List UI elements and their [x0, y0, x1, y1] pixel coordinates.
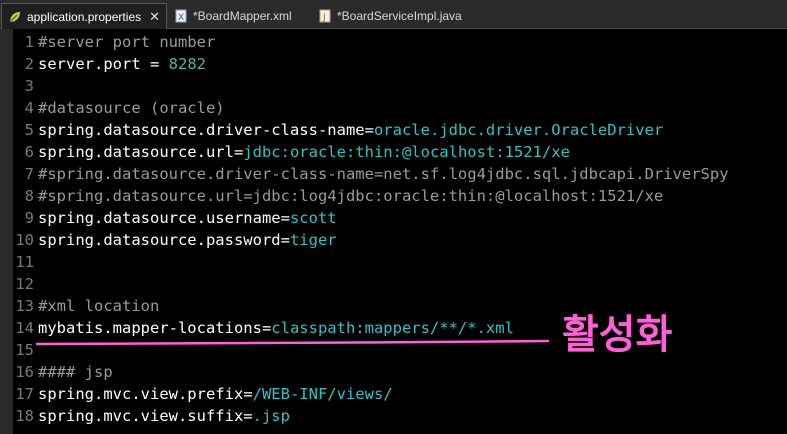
properties-file-icon — [8, 10, 22, 24]
svg-text:J: J — [322, 13, 326, 23]
tab-boardmapper-xml[interactable]: X *BoardMapper.xml — [168, 3, 318, 29]
tab-application-properties[interactable]: application.properties ✕ — [1, 3, 167, 29]
tab-label: application.properties — [27, 9, 142, 24]
annotation-text: 활성화 — [562, 312, 673, 358]
tab-boardserviceimpl-java[interactable]: J *BoardServiceImpl.java — [312, 3, 482, 29]
xml-file-icon: X — [174, 9, 188, 23]
svg-text:X: X — [178, 13, 184, 23]
editor-tab-bar: application.properties ✕ X *BoardMapper.… — [0, 0, 787, 29]
handwritten-annotation: 활성화 — [35, 312, 673, 358]
code-editor[interactable]: 1 #server port number 2 server.port = 8282 3… — [0, 29, 787, 434]
close-icon[interactable]: ✕ — [149, 9, 160, 25]
tab-label: *BoardServiceImpl.java — [337, 9, 462, 23]
java-file-icon: J — [318, 9, 332, 23]
tab-label: *BoardMapper.xml — [193, 9, 292, 23]
highlight-underline — [35, 339, 550, 346]
